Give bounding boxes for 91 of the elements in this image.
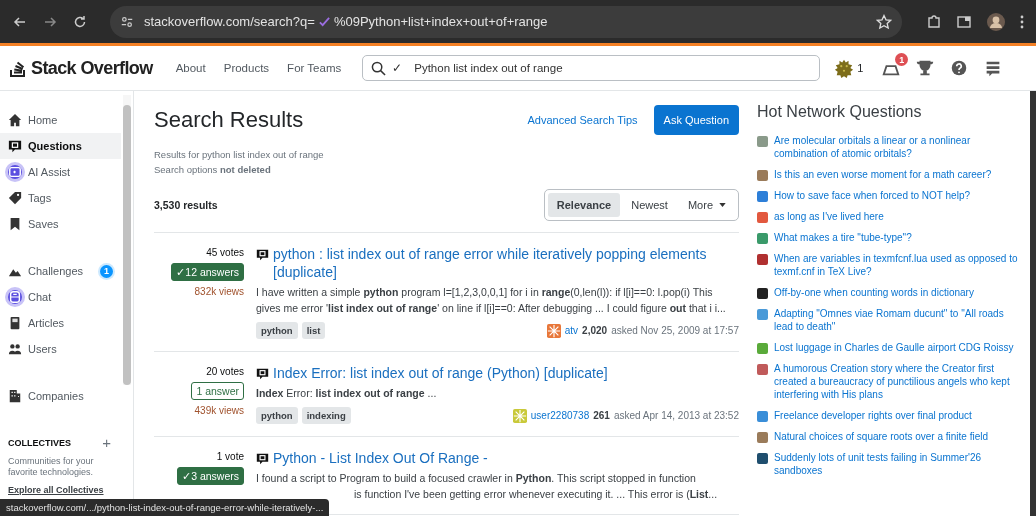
page-title: Search Results: [154, 107, 305, 133]
view-count: 832k views: [194, 286, 244, 297]
hot-questions-heading: Hot Network Questions: [757, 103, 923, 121]
vote-count: 45 votes: [206, 247, 244, 258]
url-text: stackoverflow.com/search?q=: [144, 14, 315, 29]
hot-question-link[interactable]: Off-by-one when counting words in dictionary: [774, 286, 974, 299]
question-icon: [256, 248, 269, 261]
reload-icon[interactable]: [72, 13, 88, 30]
extensions-icon[interactable]: [926, 13, 942, 30]
star-icon[interactable]: [876, 13, 892, 30]
hot-question-link[interactable]: A humorous Creation story where the Creator first created a bureaucracy of punctilious angels who kept interfering with His plans: [774, 362, 1020, 401]
tag-link[interactable]: indexing: [301, 407, 351, 424]
site-info-icon[interactable]: [120, 14, 134, 29]
nav-link[interactable]: About: [166, 62, 215, 74]
question-excerpt: Index Error: list index out of range ...: [256, 386, 438, 401]
question-title-link[interactable]: Python - List Index Out Of Range -: [273, 449, 488, 467]
question-excerpt: I have written a simple python program l=[1,2,3,0,0,1] for i in range(0,len(l)): if l[i]==0: l.pop(i) This gives me error 'list index out of range' on line if l[i]==0: After debugging ... I could figure out that i i...: [256, 285, 727, 316]
sidebar-item[interactable]: Tags: [0, 185, 121, 211]
results-query: Results for python list index out of range: [154, 149, 325, 160]
profile-avatar[interactable]: [986, 11, 1006, 32]
collectives-description: Communities for your favorite technologies.: [8, 456, 95, 479]
hot-question-link[interactable]: Suddenly lots of unit tests failing in Summer'26 sandboxes: [774, 451, 1020, 477]
user-reputation: 2,020: [582, 325, 608, 336]
answer-count: 1 answer: [191, 382, 244, 400]
status-bar: stackoverflow.com/.../python-list-index-out-of-range-error-while-iteratively-...: [0, 499, 330, 516]
side-panel-icon[interactable]: [956, 13, 972, 30]
explore-collectives-link[interactable]: Explore all Collectives: [8, 484, 104, 495]
hot-question-link[interactable]: How to save face when forced to NOT help?: [774, 189, 971, 202]
check-icon: [318, 16, 330, 27]
search-value: Python list index out of range: [414, 62, 563, 74]
hot-question-link[interactable]: Freelance developer rights over final product: [774, 409, 972, 422]
tag-link[interactable]: python: [256, 322, 298, 339]
hot-question-link[interactable]: Lost luggage in Charles de Gaulle airport CDG Roissy: [774, 341, 1014, 354]
sidebar-item[interactable]: Companies: [0, 383, 121, 409]
search-tips-link[interactable]: Advanced Search Tips: [527, 114, 638, 126]
scrollbar[interactable]: [123, 95, 131, 385]
nav-link[interactable]: Products: [214, 62, 279, 74]
hot-question-link[interactable]: as long as I've lived here: [774, 210, 884, 223]
hot-question-link[interactable]: When are variables in texmfcnf.lua used as opposed to texmf.cnf in TeX Live?: [774, 252, 1020, 278]
sidebar-item[interactable]: Challenges 1: [0, 258, 121, 284]
question-excerpt: I found a script to Program to build a focused crawler in Python. This script stopped in function: [256, 471, 697, 486]
user-avatar[interactable]: [546, 323, 561, 338]
sort-tab[interactable]: More: [678, 193, 735, 217]
search-icon: [371, 60, 387, 76]
question-icon: [256, 367, 269, 380]
sidebar-item[interactable]: Saves: [0, 211, 121, 237]
sidebar-item[interactable]: Articles: [0, 310, 121, 336]
question-title-link[interactable]: Index Error: list index out of range (Python) [duplicate]: [273, 364, 608, 382]
hot-question-link[interactable]: Are molecular orbitals a linear or a nonlinear combination of atomic orbitals?: [774, 134, 1020, 160]
add-button[interactable]: +: [102, 435, 111, 450]
results-count: 3,530 results: [154, 199, 218, 211]
hot-question-link[interactable]: Adapting "Omnes viae Romam ducunt" to "All roads lead to death": [774, 307, 1020, 333]
sidebar-item[interactable]: Users: [0, 336, 121, 362]
url-text: %09Python+list+index+out+of+range: [333, 14, 548, 29]
answer-count: ✓12 answers: [171, 263, 244, 281]
question-icon: [256, 452, 269, 465]
notification-badge: 1: [895, 53, 909, 66]
vote-count: 1 vote: [216, 451, 244, 462]
count-badge: 1: [100, 264, 113, 278]
user-reputation: 261: [593, 410, 610, 421]
sort-tab[interactable]: Newest: [622, 193, 677, 217]
reputation-count: 1: [857, 62, 864, 74]
menu-icon[interactable]: [1020, 13, 1024, 30]
asked-date: asked Nov 25, 2009 at 17:57: [611, 325, 739, 336]
sidebar-item[interactable]: Chat: [0, 284, 121, 310]
logo-text[interactable]: Stack Overflow: [31, 57, 153, 79]
hot-question-link[interactable]: Is this an even worse moment for a math career?: [774, 168, 992, 181]
tag-link[interactable]: list: [301, 322, 326, 339]
question-title-link[interactable]: python : list index out of range error while iteratively popping elements [duplicate]: [273, 245, 739, 281]
collectives-heading: COLLECTIVES: [8, 437, 71, 448]
sidebar-item[interactable]: Home: [0, 107, 121, 133]
answer-count: ✓3 answers: [177, 467, 244, 485]
hot-question-link[interactable]: Natural choices of square roots over a finite field: [774, 430, 988, 443]
user-link[interactable]: atv: [564, 325, 579, 336]
view-count: 439k views: [194, 405, 244, 416]
tag-link[interactable]: python: [256, 407, 298, 424]
ask-question-button[interactable]: Ask Question: [653, 105, 739, 135]
asked-date: asked Apr 14, 2013 at 23:52: [613, 410, 739, 421]
nav-link[interactable]: For Teams: [278, 62, 351, 74]
vote-count: 20 votes: [206, 366, 244, 377]
sidebar-item[interactable]: AI Assist: [0, 159, 121, 185]
question-excerpt: is function I've been getting error whenever executing it. ... This error is (List...: [353, 487, 719, 502]
sidebar-item[interactable]: Questions: [0, 133, 121, 159]
trophy-icon[interactable]: [915, 58, 936, 78]
hot-question-link[interactable]: What makes a tire "tube-type"?: [774, 231, 912, 244]
search-options: Search options not deleted: [154, 164, 739, 175]
search-field[interactable]: ✓ Python list index out of range: [362, 55, 821, 81]
user-link[interactable]: user2280738: [530, 410, 590, 421]
check-mark: ✓: [392, 61, 403, 75]
address-bar[interactable]: stackoverflow.com/search?q= %09Python+list+index+out+of+range: [110, 5, 902, 38]
sort-tab[interactable]: Relevance: [547, 193, 621, 217]
